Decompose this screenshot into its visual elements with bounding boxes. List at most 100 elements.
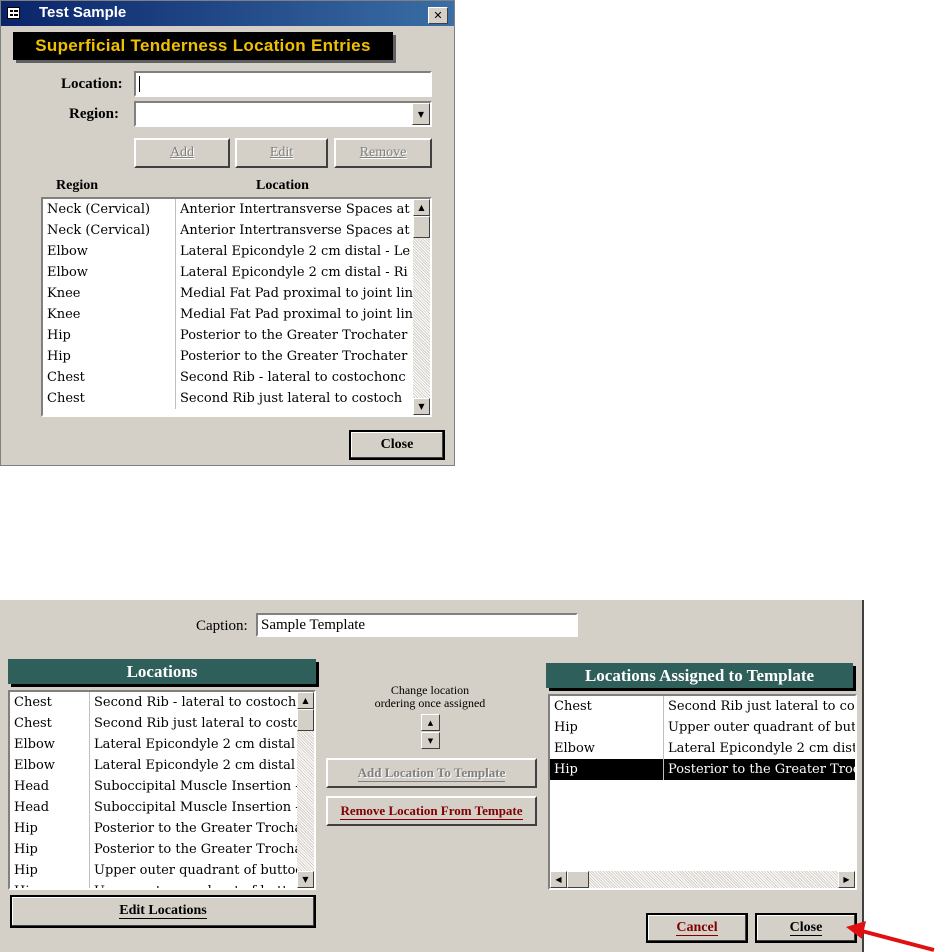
list-item[interactable]: Chest Second Rib just lateral to costo — [10, 713, 297, 734]
list-item[interactable]: Head Suboccipital Muscle Insertion - — [10, 776, 297, 797]
list-item-region: Hip — [14, 842, 38, 857]
list-item[interactable]: Chest Second Rib - lateral to costochonc — [43, 367, 413, 388]
scroll-thumb[interactable] — [413, 216, 430, 238]
list-item[interactable]: Elbow Lateral Epicondyle 2 cm distal - — [10, 755, 297, 776]
list-item-region: Chest — [47, 391, 85, 406]
list-item-location: Lateral Epicondyle 2 cm dista — [668, 741, 855, 756]
list-item-region: Neck (Cervical) — [47, 202, 151, 217]
list-item-location: Anterior Intertransverse Spaces at — [180, 223, 410, 238]
list-item[interactable]: Elbow Lateral Epicondyle 2 cm distal - Le — [43, 241, 413, 262]
list-item[interactable]: Neck (Cervical) Anterior Intertransverse … — [43, 199, 413, 220]
list-item[interactable]: Hip Upper outer quadrant of butt — [550, 717, 855, 738]
list-item-location: Posterior to the Greater Troch — [668, 762, 855, 777]
list-item-region: Head — [14, 779, 50, 794]
location-input[interactable] — [134, 71, 432, 97]
vertical-scrollbar[interactable]: ▲ ▼ — [413, 199, 430, 415]
list-item[interactable]: Hip Posterior to the Greater Trochater — [43, 346, 413, 367]
list-item-region: Chest — [554, 699, 592, 714]
title-bar: Test Sample ✕ — [1, 1, 454, 26]
list-item[interactable]: Hip Upper outer quadrant of buttoc — [10, 881, 297, 888]
list-item[interactable]: Elbow Lateral Epicondyle 2 cm dista — [550, 738, 855, 759]
list-item-region: Knee — [47, 286, 81, 301]
locations-list[interactable]: Chest Second Rib - lateral to costochc Che… — [8, 690, 316, 890]
scroll-down-icon[interactable]: ▼ — [413, 398, 430, 415]
cancel-button[interactable]: Cancel — [646, 913, 748, 943]
list-item-location: Lateral Epicondyle 2 cm distal - Ri — [180, 265, 408, 280]
list-item[interactable]: Hip Posterior to the Greater Trochater — [43, 325, 413, 346]
caption-input[interactable]: Sample Template — [256, 613, 578, 637]
vertical-scrollbar[interactable]: ▲ ▼ — [297, 692, 314, 888]
assigned-list[interactable]: Chest Second Rib just lateral to cos Hip Up… — [548, 694, 857, 890]
list-item[interactable]: Knee Medial Fat Pad proximal to joint lin — [43, 283, 413, 304]
remove-location-from-template-button[interactable]: Remove Location From Tempate — [326, 796, 537, 826]
list-item-location: Medial Fat Pad proximal to joint lin — [180, 307, 413, 322]
list-item-region: Hip — [554, 762, 578, 777]
list-item-region: Hip — [14, 881, 90, 888]
close-icon[interactable]: ✕ — [428, 7, 448, 24]
edit-button[interactable]: Edit — [235, 138, 328, 168]
list-item[interactable]: Chest Second Rib just lateral to cos — [550, 696, 855, 717]
locations-header: Locations — [8, 659, 316, 684]
list-item[interactable]: Hip Posterior to the Greater Trochat — [10, 839, 297, 860]
caption-label: Caption: — [196, 618, 248, 634]
scroll-thumb[interactable] — [567, 871, 589, 888]
list-item-location: Suboccipital Muscle Insertion - — [94, 800, 297, 815]
edit-locations-button[interactable]: Edit Locations — [10, 895, 316, 928]
list-item-location: Second Rib - lateral to costochonc — [180, 370, 406, 385]
move-up-button[interactable]: ▲ — [421, 714, 440, 731]
locations-rows: Chest Second Rib - lateral to costochc Che… — [10, 692, 297, 888]
list-item-location: Anterior Intertransverse Spaces at — [180, 202, 410, 217]
list-item[interactable]: Knee Medial Fat Pad proximal to joint lin — [43, 304, 413, 325]
list-item-region: Hip — [14, 863, 38, 878]
chevron-down-icon[interactable]: ▼ — [412, 103, 430, 125]
list-item-region: Hip — [14, 821, 38, 836]
list-item[interactable]: Hip Posterior to the Greater Trochat — [10, 818, 297, 839]
list-item-location: Lateral Epicondyle 2 cm distal - Le — [180, 244, 411, 259]
pointer-arrow-icon — [846, 921, 935, 952]
list-item[interactable]: Chest Second Rib - lateral to costochc — [10, 692, 297, 713]
list-item[interactable]: Head Suboccipital Muscle Insertion - — [10, 797, 297, 818]
region-select[interactable]: ▼ — [134, 101, 432, 127]
list-item-region: Elbow — [47, 244, 88, 259]
scroll-right-icon[interactable]: ▶ — [838, 871, 855, 888]
list-item-region: Elbow — [14, 758, 55, 773]
scroll-up-icon[interactable]: ▲ — [413, 199, 430, 216]
list-item-region: Elbow — [47, 265, 88, 280]
arrow-up-icon: ▲ — [427, 718, 434, 727]
entries-rows: Neck (Cervical) Anterior Intertransverse … — [43, 199, 413, 415]
list-item-location: Lateral Epicondyle 2 cm distal - — [94, 758, 297, 773]
list-item-location: Second Rib just lateral to costo — [94, 716, 297, 731]
list-item[interactable]: Chest Second Rib just lateral to costoch — [43, 388, 413, 409]
list-item[interactable]: Elbow Lateral Epicondyle 2 cm distal - — [10, 734, 297, 755]
scroll-up-icon[interactable]: ▲ — [297, 692, 314, 709]
assigned-header: Locations Assigned to Template — [546, 663, 853, 688]
list-item-region: Hip — [47, 328, 71, 343]
remove-button[interactable]: Remove — [334, 138, 432, 168]
region-label: Region: — [69, 106, 119, 122]
close-button[interactable]: Close — [349, 430, 445, 460]
location-label: Location: — [61, 76, 123, 92]
assigned-rows: Chest Second Rib just lateral to cos Hip Up… — [550, 696, 855, 866]
tenderness-dialog: Test Sample ✕ Superficial Tenderness Loc… — [0, 0, 455, 466]
list-item[interactable]: Elbow Lateral Epicondyle 2 cm distal - Ri — [43, 262, 413, 283]
add-button[interactable]: Add — [134, 138, 230, 168]
add-location-to-template-button[interactable]: Add Location To Template — [326, 758, 537, 788]
scroll-thumb[interactable] — [297, 709, 314, 731]
list-item-location: Second Rib - lateral to costochc — [94, 695, 297, 710]
form-icon — [7, 7, 20, 19]
horizontal-scrollbar[interactable]: ◀ ▶ — [550, 871, 855, 888]
move-down-button[interactable]: ▼ — [421, 732, 440, 749]
column-header-location: Location — [256, 178, 309, 193]
scroll-down-icon[interactable]: ▼ — [297, 871, 314, 888]
column-header-region: Region — [56, 178, 98, 193]
list-item-location: Posterior to the Greater Trochater — [180, 328, 408, 343]
form-header: Superficial Tenderness Location Entries — [13, 32, 393, 60]
list-item[interactable]: Hip Posterior to the Greater Troch — [550, 759, 855, 780]
list-item-location: Posterior to the Greater Trochat — [94, 821, 297, 836]
scroll-left-icon[interactable]: ◀ — [550, 871, 567, 888]
list-item[interactable]: Neck (Cervical) Anterior Intertransverse … — [43, 220, 413, 241]
list-item-location: Medial Fat Pad proximal to joint lin — [180, 286, 413, 301]
entries-list[interactable]: Neck (Cervical) Anterior Intertransverse … — [41, 197, 432, 417]
list-item-location: Posterior to the Greater Trochater — [180, 349, 408, 364]
list-item[interactable]: Hip Upper outer quadrant of buttoc — [10, 860, 297, 881]
